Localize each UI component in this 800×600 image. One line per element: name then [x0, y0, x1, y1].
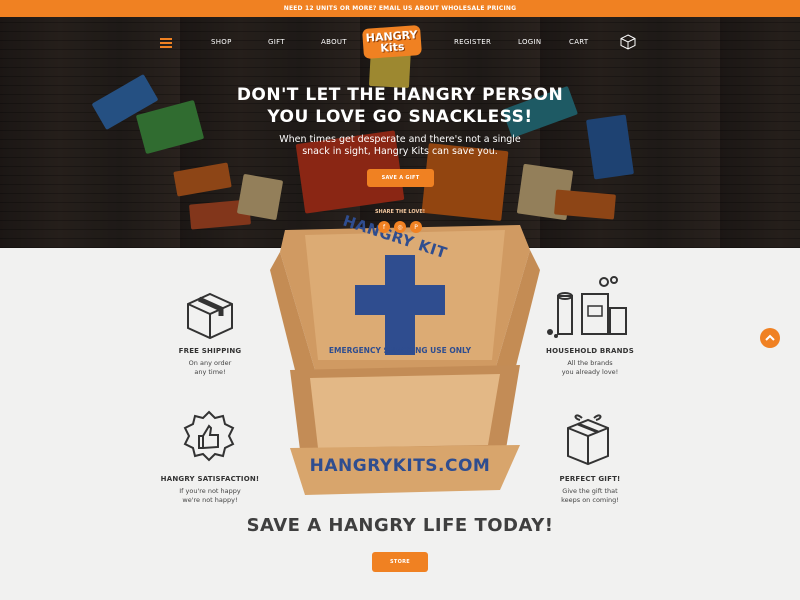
feature-perfect-gift: PERFECT GIFT! Give the gift that keeps o…	[530, 475, 650, 505]
feature-desc-line: keeps on coming!	[561, 496, 619, 504]
feature-desc-line: any time!	[194, 368, 226, 376]
instagram-icon[interactable]: ◎	[394, 221, 406, 233]
feature-desc-line: All the brands	[567, 359, 613, 367]
pinterest-icon[interactable]: P	[410, 221, 422, 233]
save-a-gift-button[interactable]: SAVE A GIFT	[367, 169, 434, 187]
box-url: HANGRYKITS.COM	[309, 456, 491, 476]
announcement-bar[interactable]: Need 12 units or more? Email us about wh…	[0, 0, 800, 17]
bottom-headline: SAVE A HANGRY LIFE TODAY!	[246, 515, 554, 536]
feature-title: HOUSEHOLD BRANDS	[546, 347, 634, 355]
scroll-to-top-button[interactable]	[760, 328, 780, 348]
shipping-box-icon	[187, 292, 233, 340]
store-button[interactable]: STORE	[372, 552, 428, 572]
feature-desc: All the brands you already love!	[530, 359, 650, 377]
feature-desc: If you're not happy we're not happy!	[150, 487, 270, 505]
feature-title: PERFECT GIFT!	[559, 475, 621, 483]
hamburger-menu-icon[interactable]	[160, 38, 172, 48]
feature-title: HANGRY SATISFACTION!	[160, 475, 260, 483]
hero-headline-line1: DON'T LET THE HANGRY PERSON	[236, 85, 564, 105]
feature-hangry-satisfaction: HANGRY SATISFACTION! If you're not happy…	[150, 475, 270, 505]
share-label: SHARE THE LOVE!	[374, 209, 426, 215]
feature-free-shipping: FREE SHIPPING On any order any time!	[150, 347, 270, 377]
thumbs-up-badge-icon	[183, 410, 235, 462]
chevron-up-icon	[765, 334, 775, 341]
feature-desc-line: Give the gift that	[562, 487, 618, 495]
feature-desc-line: If you're not happy	[179, 487, 241, 495]
gift-box-icon	[567, 414, 609, 466]
nav-gift[interactable]: GIFT	[268, 38, 285, 46]
box-cart-icon[interactable]	[620, 34, 636, 50]
site-logo[interactable]: HANGRY Kits	[362, 25, 422, 59]
feature-desc-line: you already love!	[561, 368, 619, 376]
hero-headline: DON'T LET THE HANGRY PERSON YOU LOVE GO …	[200, 84, 600, 128]
feature-desc-line: On any order	[188, 359, 232, 367]
nav-login[interactable]: LOGIN	[518, 38, 541, 46]
feature-title: FREE SHIPPING	[178, 347, 242, 355]
facebook-icon[interactable]: f	[378, 221, 390, 233]
feature-household-brands: HOUSEHOLD BRANDS All the brands you alre…	[530, 347, 650, 377]
feature-desc: On any order any time!	[150, 359, 270, 377]
hero-headline-line2: YOU LOVE GO SNACKLESS!	[267, 107, 533, 127]
logo-text-bottom: Kits	[379, 40, 405, 55]
nav-cart[interactable]: CART	[569, 38, 589, 46]
nav-register[interactable]: REGISTER	[454, 38, 491, 46]
feature-desc-line: we're not happy!	[182, 496, 238, 504]
feature-desc: Give the gift that keeps on coming!	[530, 487, 650, 505]
nav-about[interactable]: ABOUT	[321, 38, 347, 46]
box-tagline: EMERGENCY SNACKING USE ONLY	[328, 346, 472, 355]
hero-subtext: When times get desperate and there's not…	[279, 134, 521, 157]
nav-shop[interactable]: SHOP	[211, 38, 232, 46]
snacks-icon	[547, 276, 627, 338]
